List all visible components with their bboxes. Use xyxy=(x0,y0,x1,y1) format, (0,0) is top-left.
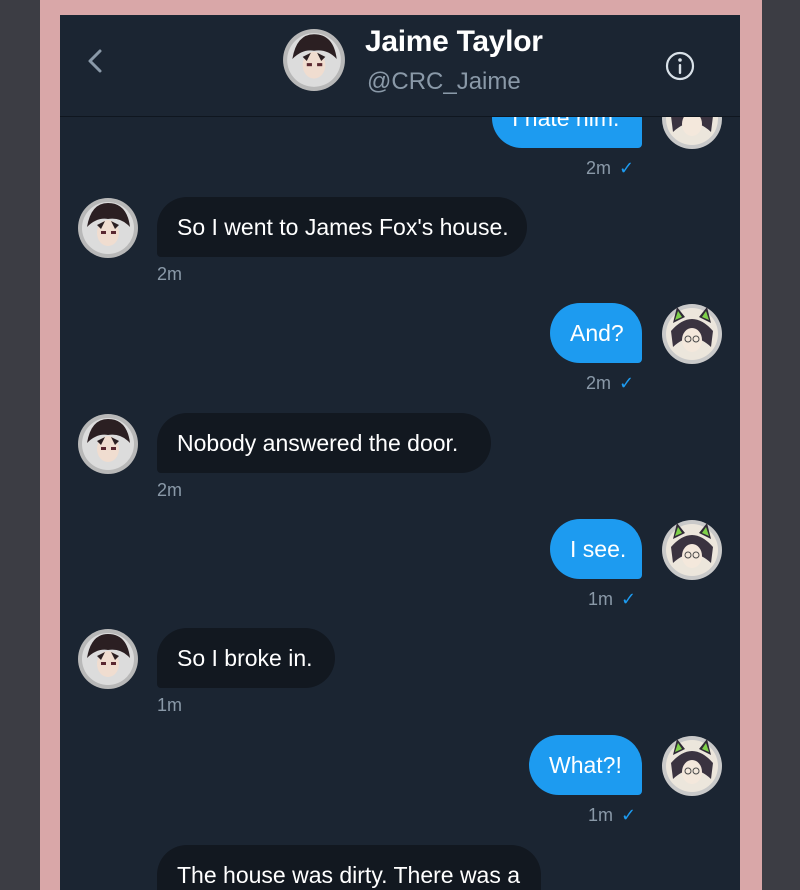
contact-avatar-icon[interactable] xyxy=(282,28,346,92)
check-icon: ✓ xyxy=(619,373,635,393)
check-icon: ✓ xyxy=(619,158,635,178)
check-icon: ✓ xyxy=(621,589,637,609)
message-time: 2m xyxy=(157,480,183,500)
my-avatar-icon[interactable] xyxy=(661,735,723,797)
contact-avatar-icon[interactable] xyxy=(77,628,139,690)
message-text: So I went to James Fox's house. xyxy=(177,214,509,240)
message-time: 2m xyxy=(586,373,612,393)
message-meta: 1m ✓ xyxy=(588,589,636,610)
message-time: 1m xyxy=(157,695,183,715)
check-icon: ✓ xyxy=(621,805,637,825)
message-text: What?! xyxy=(549,752,622,778)
message-bubble[interactable]: And? xyxy=(550,303,642,363)
message-time: 1m xyxy=(588,805,614,825)
message-bubble[interactable]: Nobody answered the door. xyxy=(157,413,491,473)
contact-handle: @CRC_Jaime xyxy=(367,68,521,95)
message-time: 2m xyxy=(157,264,183,284)
message-time: 1m xyxy=(588,589,614,609)
contact-avatar-icon[interactable] xyxy=(77,197,139,259)
message-meta: 2m ✓ xyxy=(586,373,634,394)
message-text: And? xyxy=(570,320,624,346)
my-avatar-icon[interactable] xyxy=(661,519,723,581)
message-text: The house was dirty. There was a xyxy=(177,862,521,888)
message-text: So I broke in. xyxy=(177,645,313,671)
message-bubble[interactable]: So I broke in. xyxy=(157,628,335,688)
message-bubble[interactable]: I see. xyxy=(550,519,642,579)
my-avatar-icon[interactable] xyxy=(661,303,723,365)
message-bubble[interactable]: The house was dirty. There was a xyxy=(157,845,541,890)
info-icon[interactable] xyxy=(664,50,696,82)
message-time: 2m xyxy=(586,158,612,178)
message-text: Nobody answered the door. xyxy=(177,430,459,456)
conversation-header: Jaime Taylor @CRC_Jaime xyxy=(60,15,740,117)
contact-name[interactable]: Jaime Taylor xyxy=(365,25,543,59)
message-meta: 1m ✓ xyxy=(588,805,636,826)
chevron-left-icon[interactable] xyxy=(82,45,108,77)
message-bubble[interactable]: So I went to James Fox's house. xyxy=(157,197,527,257)
contact-avatar-icon[interactable] xyxy=(77,413,139,475)
message-text: I see. xyxy=(570,536,627,562)
message-meta: 2m ✓ xyxy=(586,158,634,179)
message-list[interactable]: I hate him. 2m ✓ So I went to James Fox'… xyxy=(60,15,740,890)
message-bubble[interactable]: What?! xyxy=(529,735,642,795)
dm-conversation: I hate him. 2m ✓ So I went to James Fox'… xyxy=(60,15,740,890)
